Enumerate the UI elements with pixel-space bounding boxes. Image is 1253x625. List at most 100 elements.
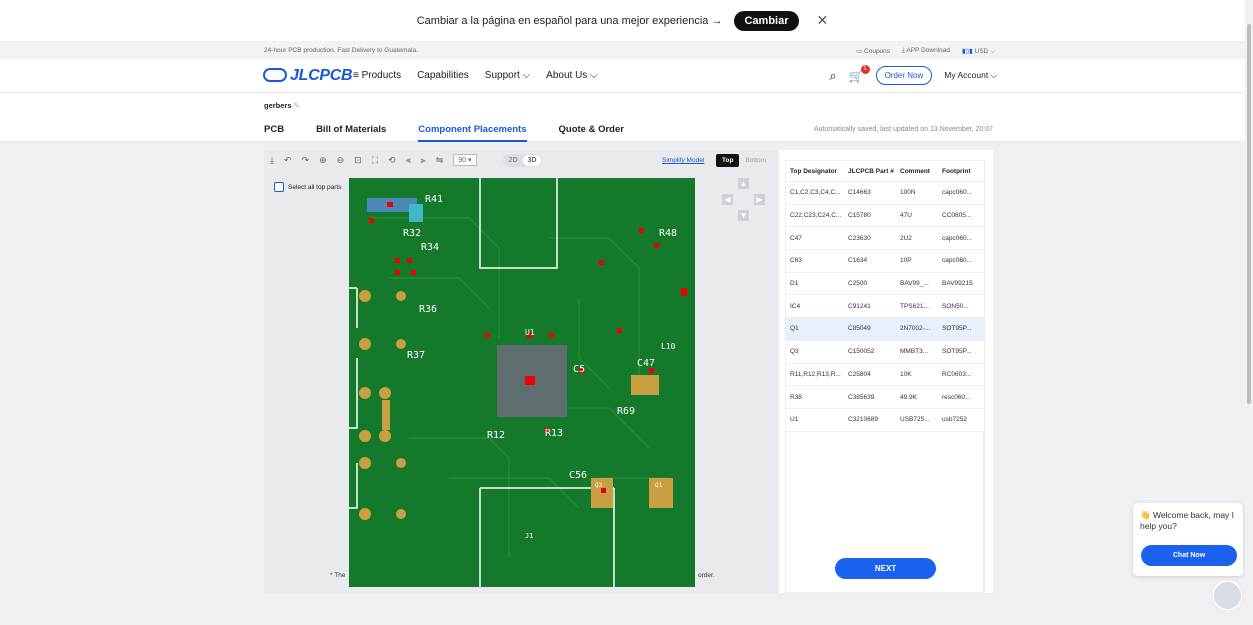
table-cell: Q1 xyxy=(790,325,799,333)
view-mode-toggle[interactable]: 2D 3D xyxy=(502,153,543,167)
pcb-board[interactable]: R41 R32 R34 R36 R37 R48 R69 C5 C47 C56 Q… xyxy=(349,178,695,587)
viewer-footnote-right: order. xyxy=(698,572,715,579)
next-button[interactable]: NEXT xyxy=(835,558,936,579)
table-cell: R38 xyxy=(790,393,802,401)
table-cell: 2U2 xyxy=(900,234,912,242)
cart-icon[interactable]: 🛒 1 xyxy=(849,64,870,83)
coupons-link[interactable]: ▭ Coupons xyxy=(856,47,890,56)
col-comment: Comment xyxy=(900,167,930,175)
close-icon[interactable]: ✕ xyxy=(817,12,829,29)
my-account-menu[interactable]: My Account ⌵ xyxy=(944,70,997,81)
switch-language-button[interactable]: Cambiar xyxy=(734,10,799,31)
table-row[interactable]: D1 C2500 BAV99_... BAV99215 xyxy=(786,273,984,296)
app-download-label: APP Download xyxy=(906,47,950,54)
undo-icon[interactable]: ↶ xyxy=(284,155,292,166)
pan-up-icon[interactable]: ▲ xyxy=(738,178,749,189)
mode-2d[interactable]: 2D xyxy=(504,155,523,166)
table-row[interactable]: U1 C3210689 USB725... usb7252 xyxy=(786,409,984,432)
table-row[interactable]: IC4 C91241 TPS621... SON50... xyxy=(786,295,984,319)
nav-capabilities[interactable]: Capabilities xyxy=(417,70,469,81)
pan-right-icon[interactable]: ▶ xyxy=(754,194,765,205)
table-cell: IC4 xyxy=(790,302,801,310)
project-name-text: gerbers xyxy=(264,101,292,110)
rotate-icon[interactable]: ⟲ xyxy=(388,155,396,166)
pan-left-icon[interactable]: ◀ xyxy=(722,194,733,205)
banner-text: Cambiar a la página en español para una … xyxy=(416,14,723,27)
support-avatar[interactable] xyxy=(1213,581,1242,610)
mode-3d[interactable]: 3D xyxy=(522,154,542,166)
simplify-model-link[interactable]: Simplify Model xyxy=(662,157,704,164)
select-all-checkbox[interactable] xyxy=(274,182,284,192)
align-right-icon[interactable]: ⫸ xyxy=(421,155,426,166)
rotation-select[interactable]: 90 ▾ xyxy=(453,154,477,166)
table-cell: usb7252 xyxy=(942,416,967,424)
table-cell: C23630 xyxy=(848,234,871,242)
jlcpcb-logo[interactable]: JLCPCB xyxy=(263,67,353,85)
table-row[interactable]: Q1 C85049 2N7002-... SOT95P... xyxy=(786,318,984,341)
side-bottom[interactable]: Bottom xyxy=(739,154,772,167)
table-row[interactable]: R38 C385639 49.9K resc060... xyxy=(786,386,984,409)
label-j1: J1 xyxy=(525,532,534,540)
nav-support[interactable]: Support ⌵ xyxy=(485,70,530,81)
pan-controls: ▲ ◀ ▶ ▼ xyxy=(722,178,766,222)
nav-products[interactable]: ≡ Products xyxy=(353,70,401,81)
label-r13: R13 xyxy=(545,428,564,439)
rotation-value: 90 xyxy=(458,157,467,164)
project-header: gerbers ✎ PCB Bill of Materials Componen… xyxy=(0,93,1245,142)
align-left-icon[interactable]: ⫷ xyxy=(406,155,411,166)
select-all-top[interactable]: Select all top parts xyxy=(274,182,341,192)
table-cell: C2500 xyxy=(848,280,868,288)
table-cell: CC0805... xyxy=(942,212,972,220)
chat-now-button[interactable]: Chat Now xyxy=(1141,545,1237,566)
table-cell: C1634 xyxy=(848,257,868,265)
label-q3: Q3 xyxy=(595,482,603,489)
search-icon[interactable]: ⌕ xyxy=(829,68,836,84)
table-row[interactable]: C22,C23,C24,C... C15780 47U CC0805... xyxy=(786,205,984,228)
placement-table-panel: Top Designator JLCPCB Part # Comment Foo… xyxy=(779,150,993,593)
tab-quote-order[interactable]: Quote & Order xyxy=(559,124,624,142)
table-cell: SOT95P... xyxy=(942,325,972,333)
label-r12: R12 xyxy=(487,430,506,441)
side-top[interactable]: Top xyxy=(716,154,740,167)
zoom-in-icon[interactable]: ⊕ xyxy=(319,155,327,166)
table-cell: R11,R12,R13,R... xyxy=(790,370,841,378)
fullscreen-icon[interactable]: ⛶ xyxy=(372,155,378,166)
pan-down-icon[interactable]: ▼ xyxy=(738,210,749,221)
coupon-icon: ▭ xyxy=(856,48,865,55)
flip-icon[interactable]: ⇋ xyxy=(436,155,444,166)
table-row[interactable]: Q3 C150052 MMBT3... SOT95P... xyxy=(786,341,984,364)
table-cell: capc060... xyxy=(942,234,972,242)
table-cell: C1,C2,C3,C4,C... xyxy=(790,189,841,197)
currency-selector[interactable]: ▮▯▮ USD ⌵ xyxy=(962,47,995,56)
tab-component-placements[interactable]: Component Placements xyxy=(418,124,527,142)
label-c5: C5 xyxy=(573,364,586,375)
table-row[interactable]: R11,R12,R13,R... C25804 10K RC0603... xyxy=(786,364,984,387)
nav-about-us[interactable]: About Us ⌵ xyxy=(546,70,598,81)
pcb-viewer[interactable]: ⤓ ↶ ↷ ⊕ ⊖ ⊡ ⛶ ⟲ ⫷ ⫸ ⇋ 90 ▾ 2D 3D Simplif… xyxy=(264,150,778,593)
tab-pcb[interactable]: PCB xyxy=(264,124,284,142)
fit-icon[interactable]: ⊡ xyxy=(354,155,362,166)
zoom-out-icon[interactable]: ⊖ xyxy=(337,155,345,166)
table-cell: resc060... xyxy=(942,393,971,401)
side-toggle[interactable]: Top Bottom xyxy=(716,154,772,167)
table-row[interactable]: C47 C23630 2U2 capc060... xyxy=(786,227,984,251)
chat-widget: 👋 Welcome back, may I help you? Chat Now xyxy=(1133,503,1243,576)
table-cell: MMBT3... xyxy=(900,348,929,356)
app-download-link[interactable]: ⤓ APP Download xyxy=(902,47,950,56)
table-cell: 2N7002-... xyxy=(900,325,931,333)
redo-icon[interactable]: ↷ xyxy=(302,155,310,166)
viewer-footnote-left: * The xyxy=(330,572,346,579)
order-now-button[interactable]: Order Now xyxy=(875,66,933,85)
table-cell: C15780 xyxy=(848,212,871,220)
table-cell: 49.9K xyxy=(900,393,917,401)
table-row[interactable]: C63 C1634 10P capc060... xyxy=(786,250,984,273)
scrollbar-thumb[interactable] xyxy=(1247,24,1251,404)
edit-icon[interactable]: ✎ xyxy=(294,101,300,110)
label-q1: Q1 xyxy=(655,482,663,489)
table-row[interactable]: C1,C2,C3,C4,C... C14663 100N capc060... xyxy=(786,182,984,205)
table-cell: capc060... xyxy=(942,257,972,265)
cart-count-badge: 1 xyxy=(860,64,870,74)
download-icon[interactable]: ⤓ xyxy=(270,155,274,166)
tab-bill-of-materials[interactable]: Bill of Materials xyxy=(316,124,386,142)
page-scrollbar[interactable] xyxy=(1245,0,1253,625)
